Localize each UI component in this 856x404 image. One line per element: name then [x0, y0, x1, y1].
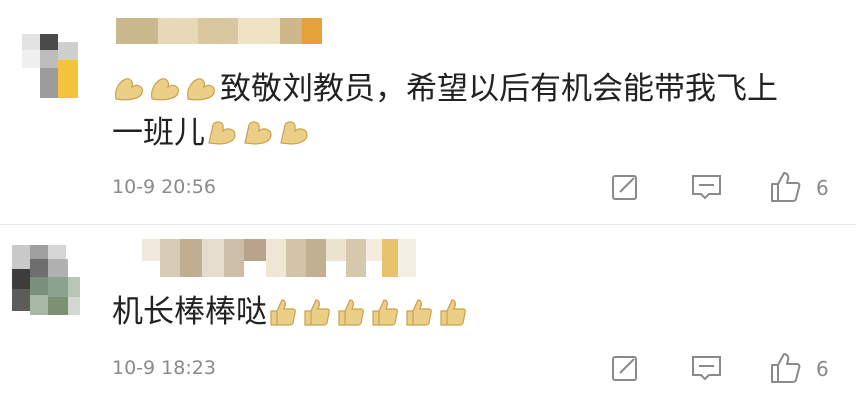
comment-text-line2: 一班儿: [112, 115, 205, 151]
username[interactable]: [116, 18, 322, 44]
comment-item: 机长棒棒哒 10-9 18:23 6: [0, 225, 856, 404]
edit-icon[interactable]: [610, 353, 640, 383]
like-count: 6: [816, 357, 829, 381]
timestamp: 10-9 20:56: [112, 176, 216, 198]
ok-hand-icon: [112, 73, 220, 103]
comment-text-continued: 一班儿: [112, 106, 313, 160]
timestamp: 10-9 18:23: [112, 357, 216, 379]
comment-text-line1: 机长棒棒哒: [112, 294, 267, 330]
avatar[interactable]: [22, 34, 78, 98]
username[interactable]: [142, 239, 416, 277]
flexed-biceps-icon: [205, 117, 313, 147]
edit-icon[interactable]: [610, 172, 640, 202]
comment-text-line1: 致敬刘教员，希望以后有机会能带我飞上: [220, 71, 778, 107]
comment-icon[interactable]: [690, 172, 724, 202]
avatar[interactable]: [12, 245, 80, 321]
comment-icon[interactable]: [690, 353, 724, 383]
thumbs-up-emoji-icon: [267, 295, 467, 327]
thumbs-up-icon[interactable]: [768, 170, 802, 204]
like-count: 6: [816, 176, 829, 200]
comment-text: 机长棒棒哒: [112, 285, 467, 339]
comment-item: 致敬刘教员，希望以后有机会能带我飞上 一班儿 10-9 20:56 6: [0, 0, 856, 225]
thumbs-up-icon[interactable]: [768, 351, 802, 385]
